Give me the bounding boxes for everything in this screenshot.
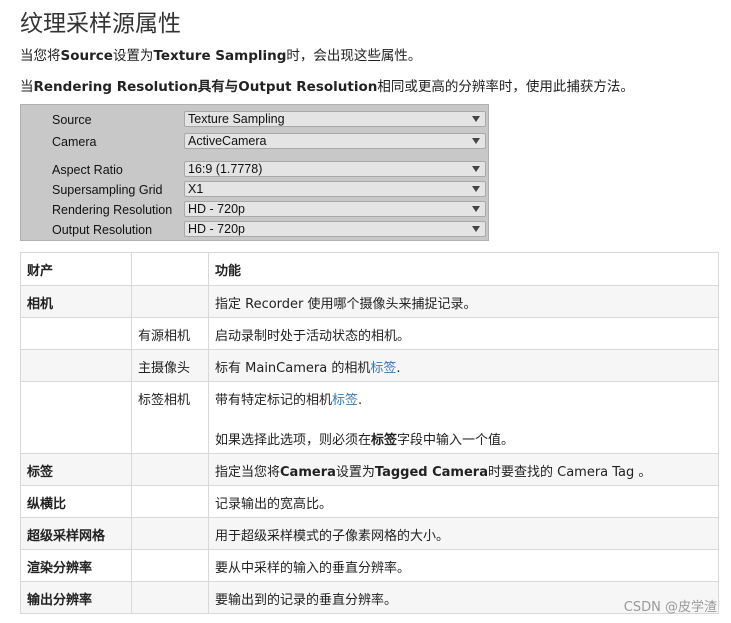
page-title: 纹理采样源属性	[20, 11, 181, 37]
source-label: Source	[52, 113, 92, 127]
inspector-row-rendering-resolution: Rendering Resolution HD - 720p	[21, 201, 488, 219]
output-resolution-dropdown[interactable]: HD - 720p	[184, 221, 486, 237]
camera-dropdown[interactable]: ActiveCamera	[184, 133, 486, 149]
table-row: 超级采样网格 用于超级采样模式的子像素网格的大小。	[20, 517, 719, 550]
table-row: 渲染分辨率 要从中采样的输入的垂直分辨率。	[20, 549, 719, 582]
table-row: 纵横比 记录输出的宽高比。	[20, 485, 719, 518]
table-row: 主摄像头 标有 MainCamera 的相机标签.	[20, 349, 719, 382]
watermark: CSDN @皮学渣	[623, 600, 717, 615]
header-sub	[131, 252, 209, 286]
table-row: 标签 指定当您将Camera设置为Tagged Camera时要查找的 Came…	[20, 453, 719, 486]
supersampling-grid-dropdown[interactable]: X1	[184, 181, 486, 197]
source-dropdown[interactable]: Texture Sampling	[184, 111, 486, 127]
inspector-row-source: Source Texture Sampling	[21, 111, 488, 129]
aspect-ratio-dropdown[interactable]: 16:9 (1.7778)	[184, 161, 486, 177]
table-row: 有源相机 启动录制时处于活动状态的相机。	[20, 317, 719, 350]
tag-link[interactable]: 标签	[332, 393, 358, 408]
output-resolution-label: Output Resolution	[52, 223, 153, 237]
table-row: 相机 指定 Recorder 使用哪个摄像头来捕捉记录。	[20, 285, 719, 318]
inspector-row-output-resolution: Output Resolution HD - 720p	[21, 221, 488, 239]
table-row: 输出分辨率 要输出到的记录的垂直分辨率。	[20, 581, 719, 614]
inspector-row-supersampling: Supersampling Grid X1	[21, 181, 488, 199]
dropdown-arrow-icon	[472, 186, 480, 192]
camera-label: Camera	[52, 135, 97, 149]
supersampling-grid-label: Supersampling Grid	[52, 183, 163, 197]
inspector-panel-screenshot: Source Texture Sampling Camera ActiveCam…	[20, 104, 489, 241]
dropdown-arrow-icon	[472, 138, 480, 144]
intro-paragraph-1: 当您将Source设置为Texture Sampling时，会出现这些属性。	[20, 48, 422, 64]
dropdown-arrow-icon	[472, 116, 480, 122]
rendering-resolution-label: Rendering Resolution	[52, 203, 173, 217]
intro-paragraph-2: 当Rendering Resolution具有与Output Resolutio…	[20, 79, 634, 95]
dropdown-arrow-icon	[472, 206, 480, 212]
dropdown-arrow-icon	[472, 226, 480, 232]
table-header-row: 财产 功能	[20, 252, 719, 286]
header-property: 财产	[20, 252, 132, 286]
dropdown-arrow-icon	[472, 166, 480, 172]
table-row: 标签相机 带有特定标记的相机标签. 如果选择此选项，则必须在标签字段中输入一个值…	[20, 381, 719, 454]
tag-link[interactable]: 标签	[370, 361, 396, 376]
inspector-row-camera: Camera ActiveCamera	[21, 133, 488, 151]
inspector-row-aspect-ratio: Aspect Ratio 16:9 (1.7778)	[21, 161, 488, 179]
properties-table: 财产 功能 相机 指定 Recorder 使用哪个摄像头来捕捉记录。 有源相机 …	[20, 252, 719, 614]
header-function: 功能	[208, 252, 719, 286]
rendering-resolution-dropdown[interactable]: HD - 720p	[184, 201, 486, 217]
aspect-ratio-label: Aspect Ratio	[52, 163, 123, 177]
